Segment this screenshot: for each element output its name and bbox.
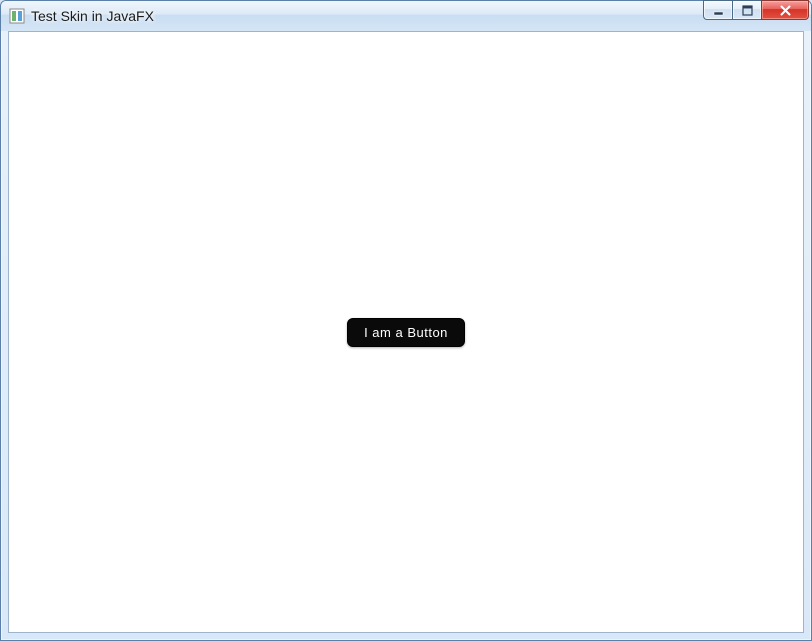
demo-button[interactable]: I am a Button [347,318,465,347]
minimize-button[interactable] [703,0,732,20]
titlebar[interactable]: Test Skin in JavaFX [1,1,811,31]
close-button[interactable] [761,0,809,20]
window-controls [703,1,809,31]
minimize-icon [713,5,724,16]
maximize-button[interactable] [732,0,761,20]
window-title: Test Skin in JavaFX [31,8,703,24]
client-area: I am a Button [8,31,804,633]
app-icon [9,8,25,24]
close-icon [779,5,792,16]
application-window: Test Skin in JavaFX I am a Button [0,0,812,641]
maximize-icon [742,5,753,16]
